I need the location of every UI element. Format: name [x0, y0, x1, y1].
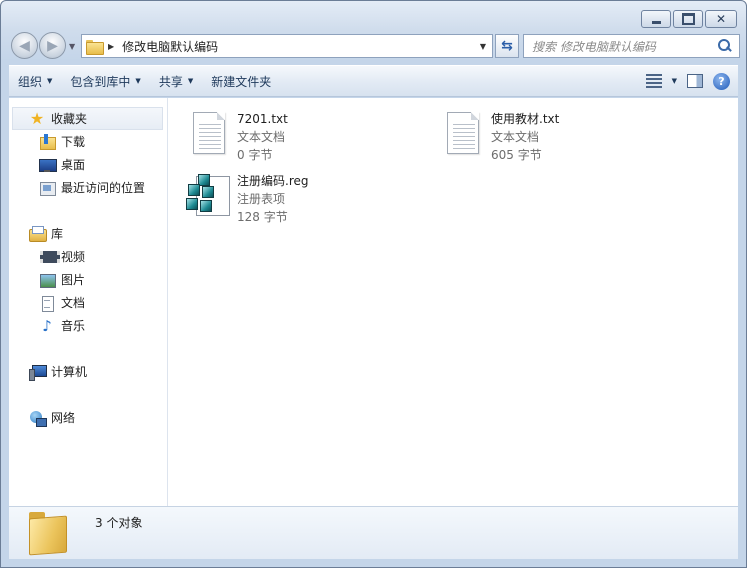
desktop-icon [39, 157, 57, 173]
new-folder-button[interactable]: 新建文件夹 [202, 69, 280, 93]
sidebar-item-music[interactable]: ♪ 音乐 [9, 314, 167, 337]
address-path[interactable]: 修改电脑默认编码 [122, 38, 480, 55]
recent-places-icon [39, 180, 56, 196]
sidebar-item-label: 桌面 [61, 158, 86, 172]
forward-button[interactable]: ▶ [39, 32, 66, 59]
close-button[interactable]: ✕ [705, 10, 737, 28]
sidebar-item-label: 收藏夹 [51, 112, 88, 126]
file-size: 0 字节 [237, 148, 273, 162]
file-type: 文本文档 [237, 130, 286, 144]
text-file-icon [184, 108, 232, 156]
sidebar-item-pictures[interactable]: 图片 [9, 268, 167, 291]
video-icon [39, 249, 60, 265]
registry-file-icon [184, 170, 232, 218]
document-icon [39, 295, 55, 312]
close-icon: ✕ [715, 12, 727, 26]
sidebar-item-downloads[interactable]: 下载 [9, 130, 167, 153]
file-type: 注册表项 [237, 192, 286, 206]
sidebar-item-desktop[interactable]: 桌面 [9, 153, 167, 176]
organize-label: 组织 [18, 74, 43, 89]
content-area: ★ 收藏夹 下载 桌面 最近访问的位置 库 视频 图片 文档 ♪ 音乐 计算机 … [9, 98, 738, 506]
refresh-icon: ⇆ [501, 38, 513, 54]
help-icon[interactable]: ? [713, 72, 730, 90]
sidebar-item-label: 音乐 [61, 319, 86, 333]
navigation-row: ◀ ▶ ▼ ▶ 修改电脑默认编码 ▼ ⇆ 搜索 修改电脑默认编码 [9, 32, 740, 60]
sidebar-item-label: 网络 [51, 411, 76, 425]
file-item[interactable]: 使用教材.txt 文本文档 605 字节 [438, 108, 678, 164]
search-input[interactable]: 搜索 修改电脑默认编码 [532, 38, 715, 55]
explorer-window: ✕ ◀ ▶ ▼ ▶ 修改电脑默认编码 ▼ ⇆ 搜索 修改电脑默认编码 组织 ▼ 包… [0, 0, 747, 568]
caption-buttons: ✕ [641, 10, 737, 28]
sidebar-item-label: 最近访问的位置 [61, 181, 146, 195]
caret-down-icon: ▼ [47, 77, 53, 85]
share-label: 共享 [158, 74, 183, 89]
caret-down-icon: ▼ [187, 77, 194, 85]
item-count: 3 个对象 [95, 516, 143, 530]
download-folder-icon [39, 133, 56, 150]
sidebar-item-label: 计算机 [51, 365, 88, 379]
file-size: 128 字节 [237, 210, 288, 224]
minimize-button[interactable] [641, 10, 671, 28]
search-box[interactable]: 搜索 修改电脑默认编码 [523, 34, 740, 58]
address-bar[interactable]: ▶ 修改电脑默认编码 ▼ [81, 34, 493, 58]
sidebar-item-favorites[interactable]: ★ 收藏夹 [12, 107, 163, 130]
organize-button[interactable]: 组织 ▼ [9, 69, 61, 93]
new-folder-label: 新建文件夹 [211, 74, 272, 89]
file-item[interactable]: 7201.txt 文本文档 0 字节 [184, 108, 424, 164]
sidebar-item-network[interactable]: 网络 [9, 406, 167, 429]
view-dropdown-icon[interactable]: ▼ [672, 77, 677, 85]
refresh-button[interactable]: ⇆ [495, 34, 519, 58]
file-name: 7201.txt [237, 112, 288, 126]
sidebar-item-recent-places[interactable]: 最近访问的位置 [9, 176, 167, 199]
back-arrow-icon: ◀ [19, 37, 30, 54]
navigation-pane: ★ 收藏夹 下载 桌面 最近访问的位置 库 视频 图片 文档 ♪ 音乐 计算机 … [9, 98, 168, 506]
include-in-library-button[interactable]: 包含到库中 ▼ [61, 69, 149, 93]
details-pane: 3 个对象 [9, 506, 738, 559]
sidebar-item-label: 库 [51, 227, 64, 241]
address-dropdown-icon[interactable]: ▼ [480, 42, 486, 51]
breadcrumb-arrow-icon[interactable]: ▶ [108, 42, 114, 51]
sidebar-item-documents[interactable]: 文档 [9, 291, 167, 314]
share-button[interactable]: 共享 ▼ [150, 69, 202, 93]
maximize-button[interactable] [673, 10, 703, 28]
star-icon: ★ [29, 108, 45, 128]
back-button[interactable]: ◀ [11, 32, 38, 59]
sidebar-item-label: 视频 [61, 250, 86, 264]
include-library-label: 包含到库中 [70, 74, 131, 89]
file-size: 605 字节 [491, 148, 542, 162]
preview-pane-icon[interactable] [687, 74, 703, 88]
file-type: 文本文档 [491, 130, 540, 144]
file-name: 使用教材.txt [491, 112, 560, 126]
sidebar-item-videos[interactable]: 视频 [9, 245, 167, 268]
sidebar-item-label: 文档 [61, 296, 86, 310]
recent-pages-dropdown[interactable]: ▼ [69, 42, 75, 51]
folder-icon [29, 512, 71, 552]
library-icon [29, 225, 47, 242]
text-file-icon [438, 108, 486, 156]
file-list: 7201.txt 文本文档 0 字节 使用教材.txt 文本文档 605 字节 [168, 98, 738, 506]
picture-icon [39, 272, 56, 288]
folder-icon [86, 39, 104, 55]
change-view-icon[interactable] [645, 74, 662, 88]
command-bar: 组织 ▼ 包含到库中 ▼ 共享 ▼ 新建文件夹 ▼ ? [9, 65, 738, 97]
sidebar-item-label: 图片 [61, 273, 86, 287]
file-name: 注册编码.reg [237, 174, 309, 188]
forward-arrow-icon: ▶ [47, 37, 58, 54]
sidebar-item-computer[interactable]: 计算机 [9, 360, 167, 383]
music-icon: ♪ [42, 316, 52, 335]
file-item[interactable]: 注册编码.reg 注册表项 128 字节 [184, 170, 424, 226]
network-icon [29, 410, 47, 427]
toolbar-right-group: ▼ ? [645, 72, 738, 90]
caret-down-icon: ▼ [135, 77, 141, 85]
search-icon[interactable] [715, 36, 735, 56]
sidebar-item-label: 下载 [61, 135, 86, 149]
sidebar-item-libraries[interactable]: 库 [9, 222, 167, 245]
computer-icon [29, 364, 47, 381]
